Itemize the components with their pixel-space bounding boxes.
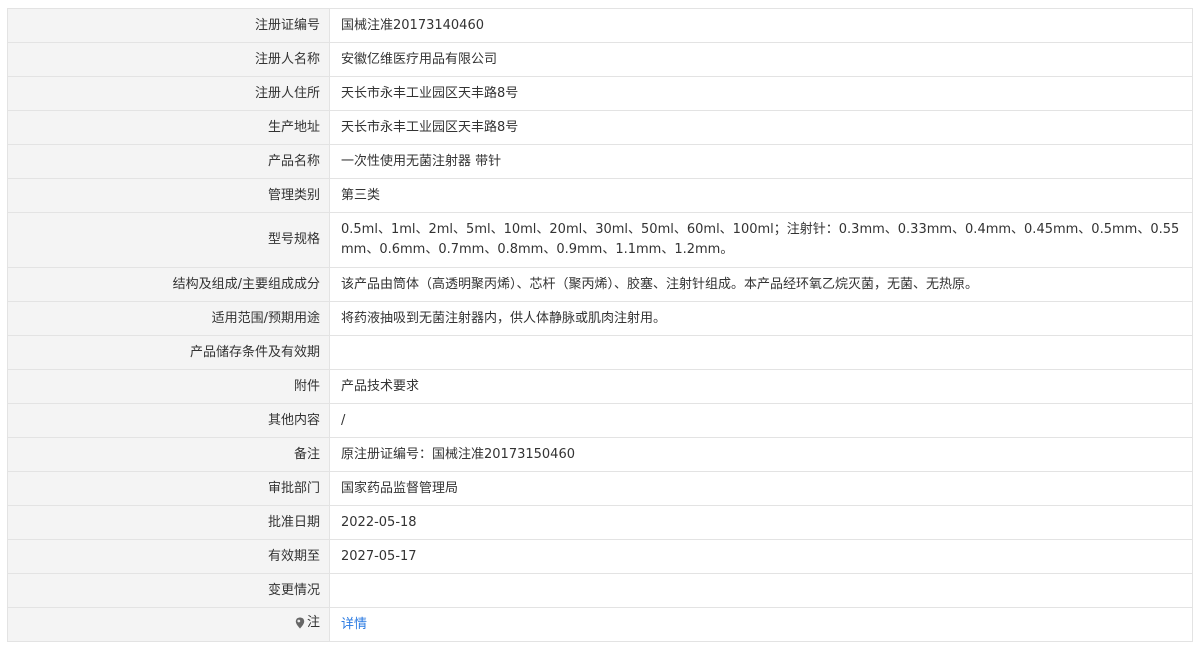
table-row: 审批部门 国家药品监督管理局 xyxy=(7,471,1193,506)
registration-detail-panel: 注册证编号 国械注准20173140460 注册人名称 安徽亿维医疗用品有限公司… xyxy=(7,8,1193,642)
row-value-attachment: 产品技术要求 xyxy=(329,369,1193,404)
table-row: 备注 原注册证编号：国械注准20173150460 xyxy=(7,437,1193,472)
registration-info-table: 注册证编号 国械注准20173140460 注册人名称 安徽亿维医疗用品有限公司… xyxy=(7,8,1193,642)
note-label: 注 xyxy=(295,613,320,633)
row-label-registration-number: 注册证编号 xyxy=(7,8,330,43)
row-label-registrant-address: 注册人住所 xyxy=(7,76,330,111)
row-value-other-content: / xyxy=(329,403,1193,438)
table-row: 注册人名称 安徽亿维医疗用品有限公司 xyxy=(7,42,1193,77)
row-value-note: 详情 xyxy=(329,607,1193,642)
table-row: 有效期至 2027-05-17 xyxy=(7,539,1193,574)
row-label-management-class: 管理类别 xyxy=(7,178,330,213)
row-value-registration-number: 国械注准20173140460 xyxy=(329,8,1193,43)
row-value-structure-composition: 该产品由筒体（高透明聚丙烯）、芯杆（聚丙烯）、胶塞、注射针组成。本产品经环氧乙烷… xyxy=(329,267,1193,302)
row-label-other-content: 其他内容 xyxy=(7,403,330,438)
row-value-registrant-address: 天长市永丰工业园区天丰路8号 xyxy=(329,76,1193,111)
row-label-structure-composition: 结构及组成/主要组成成分 xyxy=(7,267,330,302)
row-value-model-spec: 0.5ml、1ml、2ml、5ml、10ml、20ml、30ml、50ml、60… xyxy=(329,212,1193,268)
row-label-approval-date: 批准日期 xyxy=(7,505,330,540)
table-row: 注 详情 xyxy=(7,607,1193,642)
row-value-management-class: 第三类 xyxy=(329,178,1193,213)
row-label-change-status: 变更情况 xyxy=(7,573,330,608)
table-row: 产品名称 一次性使用无菌注射器 带针 xyxy=(7,144,1193,179)
row-value-approval-department: 国家药品监督管理局 xyxy=(329,471,1193,506)
row-label-valid-until: 有效期至 xyxy=(7,539,330,574)
row-value-registrant-name: 安徽亿维医疗用品有限公司 xyxy=(329,42,1193,77)
row-label-intended-use: 适用范围/预期用途 xyxy=(7,301,330,336)
row-label-registrant-name: 注册人名称 xyxy=(7,42,330,77)
table-row: 产品储存条件及有效期 xyxy=(7,335,1193,370)
table-row: 型号规格 0.5ml、1ml、2ml、5ml、10ml、20ml、30ml、50… xyxy=(7,212,1193,268)
details-link[interactable]: 详情 xyxy=(341,617,367,632)
row-value-change-status xyxy=(329,573,1193,608)
row-label-storage-validity: 产品储存条件及有效期 xyxy=(7,335,330,370)
table-row: 生产地址 天长市永丰工业园区天丰路8号 xyxy=(7,110,1193,145)
row-label-production-address: 生产地址 xyxy=(7,110,330,145)
row-label-product-name: 产品名称 xyxy=(7,144,330,179)
row-value-approval-date: 2022-05-18 xyxy=(329,505,1193,540)
table-row: 注册证编号 国械注准20173140460 xyxy=(7,8,1193,43)
note-label-text: 注 xyxy=(306,615,320,630)
row-label-attachment: 附件 xyxy=(7,369,330,404)
table-row: 附件 产品技术要求 xyxy=(7,369,1193,404)
table-row: 适用范围/预期用途 将药液抽吸到无菌注射器内，供人体静脉或肌肉注射用。 xyxy=(7,301,1193,336)
table-row: 批准日期 2022-05-18 xyxy=(7,505,1193,540)
row-label-note: 注 xyxy=(7,607,330,642)
row-value-remarks: 原注册证编号：国械注准20173150460 xyxy=(329,437,1193,472)
row-value-intended-use: 将药液抽吸到无菌注射器内，供人体静脉或肌肉注射用。 xyxy=(329,301,1193,336)
row-label-remarks: 备注 xyxy=(7,437,330,472)
row-label-model-spec: 型号规格 xyxy=(7,212,330,268)
row-value-production-address: 天长市永丰工业园区天丰路8号 xyxy=(329,110,1193,145)
pin-icon xyxy=(295,617,305,629)
row-label-approval-department: 审批部门 xyxy=(7,471,330,506)
row-value-product-name: 一次性使用无菌注射器 带针 xyxy=(329,144,1193,179)
row-value-valid-until: 2027-05-17 xyxy=(329,539,1193,574)
table-row: 变更情况 xyxy=(7,573,1193,608)
table-row: 注册人住所 天长市永丰工业园区天丰路8号 xyxy=(7,76,1193,111)
table-row: 管理类别 第三类 xyxy=(7,178,1193,213)
table-row: 结构及组成/主要组成成分 该产品由筒体（高透明聚丙烯）、芯杆（聚丙烯）、胶塞、注… xyxy=(7,267,1193,302)
table-row: 其他内容 / xyxy=(7,403,1193,438)
row-value-storage-validity xyxy=(329,335,1193,370)
